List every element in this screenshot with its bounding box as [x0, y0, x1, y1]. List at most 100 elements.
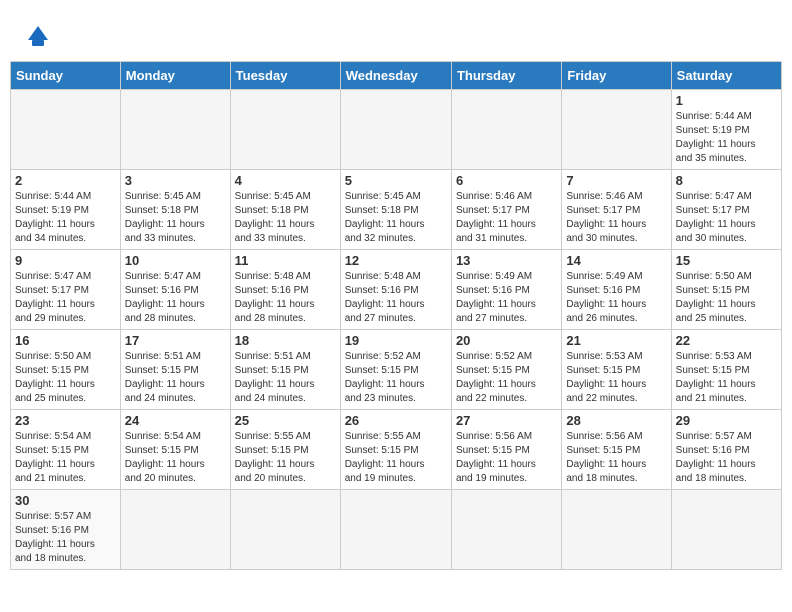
calendar-cell — [340, 490, 451, 570]
day-number: 20 — [456, 333, 557, 348]
calendar-cell: 11 Sunrise: 5:48 AM Sunset: 5:16 PM Dayli… — [230, 250, 340, 330]
calendar-cell: 6Sunrise: 5:46 AM Sunset: 5:17 PM Daylig… — [451, 170, 561, 250]
day-number: 28 — [566, 413, 666, 428]
day-info: Sunrise: 5:54 AM Sunset: 5:15 PM Dayligh… — [125, 430, 226, 486]
weekday-header-row: SundayMondayTuesdayWednesdayThursdayFrid… — [11, 62, 782, 90]
day-number: 24 — [125, 413, 226, 428]
calendar-cell: 16Sunrise: 5:50 AM Sunset: 5:15 PM Dayli… — [11, 330, 121, 410]
header — [10, 10, 782, 56]
weekday-header-wednesday: Wednesday — [340, 62, 451, 90]
day-info: Sunrise: 5:50 AM Sunset: 5:15 PM Dayligh… — [676, 270, 777, 326]
day-number: 21 — [566, 333, 666, 348]
calendar-cell: 27 Sunrise: 5:56 AM Sunset: 5:15 PM Dayli… — [451, 410, 561, 490]
day-info: Sunrise: 5:45 AM Sunset: 5:18 PM Dayligh… — [345, 190, 447, 246]
calendar-cell: 22Sunrise: 5:53 AM Sunset: 5:15 PM Dayli… — [671, 330, 781, 410]
calendar-cell: 14 Sunrise: 5:49 AM Sunset: 5:16 PM Dayli… — [562, 250, 671, 330]
day-number: 11 — [235, 253, 336, 268]
calendar-cell — [120, 90, 230, 170]
week-row-6: 30 Sunrise: 5:57 AM Sunset: 5:16 PM Dayli… — [11, 490, 782, 570]
calendar-cell — [230, 90, 340, 170]
calendar-cell — [671, 490, 781, 570]
calendar: SundayMondayTuesdayWednesdayThursdayFrid… — [10, 61, 782, 570]
day-info: Sunrise: 5:52 AM Sunset: 5:15 PM Dayligh… — [456, 350, 557, 406]
week-row-1: 1Sunrise: 5:44 AM Sunset: 5:19 PM Daylig… — [11, 90, 782, 170]
day-info: Sunrise: 5:53 AM Sunset: 5:15 PM Dayligh… — [676, 350, 777, 406]
day-number: 27 — [456, 413, 557, 428]
day-info: Sunrise: 5:57 AM Sunset: 5:16 PM Dayligh… — [676, 430, 777, 486]
calendar-cell: 21 Sunrise: 5:53 AM Sunset: 5:15 PM Dayli… — [562, 330, 671, 410]
calendar-cell: 13Sunrise: 5:49 AM Sunset: 5:16 PM Dayli… — [451, 250, 561, 330]
calendar-cell: 2Sunrise: 5:44 AM Sunset: 5:19 PM Daylig… — [11, 170, 121, 250]
day-number: 14 — [566, 253, 666, 268]
day-info: Sunrise: 5:47 AM Sunset: 5:17 PM Dayligh… — [15, 270, 116, 326]
week-row-5: 23 Sunrise: 5:54 AM Sunset: 5:15 PM Dayli… — [11, 410, 782, 490]
calendar-cell: 26Sunrise: 5:55 AM Sunset: 5:15 PM Dayli… — [340, 410, 451, 490]
week-row-4: 16Sunrise: 5:50 AM Sunset: 5:15 PM Dayli… — [11, 330, 782, 410]
week-row-3: 9Sunrise: 5:47 AM Sunset: 5:17 PM Daylig… — [11, 250, 782, 330]
day-info: Sunrise: 5:54 AM Sunset: 5:15 PM Dayligh… — [15, 430, 116, 486]
calendar-cell — [230, 490, 340, 570]
calendar-cell: 9Sunrise: 5:47 AM Sunset: 5:17 PM Daylig… — [11, 250, 121, 330]
calendar-cell — [451, 90, 561, 170]
calendar-cell: 19Sunrise: 5:52 AM Sunset: 5:15 PM Dayli… — [340, 330, 451, 410]
weekday-header-sunday: Sunday — [11, 62, 121, 90]
calendar-cell — [562, 90, 671, 170]
day-number: 3 — [125, 173, 226, 188]
day-number: 30 — [15, 493, 116, 508]
calendar-cell — [120, 490, 230, 570]
weekday-header-friday: Friday — [562, 62, 671, 90]
day-number: 4 — [235, 173, 336, 188]
day-number: 29 — [676, 413, 777, 428]
day-number: 18 — [235, 333, 336, 348]
week-row-2: 2Sunrise: 5:44 AM Sunset: 5:19 PM Daylig… — [11, 170, 782, 250]
day-number: 1 — [676, 93, 777, 108]
day-number: 7 — [566, 173, 666, 188]
day-info: Sunrise: 5:53 AM Sunset: 5:15 PM Dayligh… — [566, 350, 666, 406]
day-number: 12 — [345, 253, 447, 268]
day-info: Sunrise: 5:48 AM Sunset: 5:16 PM Dayligh… — [235, 270, 336, 326]
day-info: Sunrise: 5:50 AM Sunset: 5:15 PM Dayligh… — [15, 350, 116, 406]
day-info: Sunrise: 5:47 AM Sunset: 5:16 PM Dayligh… — [125, 270, 226, 326]
day-info: Sunrise: 5:49 AM Sunset: 5:16 PM Dayligh… — [566, 270, 666, 326]
calendar-cell: 25Sunrise: 5:55 AM Sunset: 5:15 PM Dayli… — [230, 410, 340, 490]
weekday-header-saturday: Saturday — [671, 62, 781, 90]
day-info: Sunrise: 5:57 AM Sunset: 5:16 PM Dayligh… — [15, 510, 116, 566]
day-info: Sunrise: 5:51 AM Sunset: 5:15 PM Dayligh… — [125, 350, 226, 406]
calendar-cell: 10 Sunrise: 5:47 AM Sunset: 5:16 PM Dayli… — [120, 250, 230, 330]
calendar-cell: 5 Sunrise: 5:45 AM Sunset: 5:18 PM Daylig… — [340, 170, 451, 250]
day-number: 23 — [15, 413, 116, 428]
weekday-header-thursday: Thursday — [451, 62, 561, 90]
day-info: Sunrise: 5:45 AM Sunset: 5:18 PM Dayligh… — [235, 190, 336, 246]
day-number: 10 — [125, 253, 226, 268]
day-info: Sunrise: 5:46 AM Sunset: 5:17 PM Dayligh… — [566, 190, 666, 246]
day-number: 8 — [676, 173, 777, 188]
day-info: Sunrise: 5:52 AM Sunset: 5:15 PM Dayligh… — [345, 350, 447, 406]
calendar-cell — [11, 90, 121, 170]
calendar-cell: 17 Sunrise: 5:51 AM Sunset: 5:15 PM Dayli… — [120, 330, 230, 410]
day-info: Sunrise: 5:45 AM Sunset: 5:18 PM Dayligh… — [125, 190, 226, 246]
calendar-cell: 24 Sunrise: 5:54 AM Sunset: 5:15 PM Dayli… — [120, 410, 230, 490]
day-number: 17 — [125, 333, 226, 348]
weekday-header-monday: Monday — [120, 62, 230, 90]
calendar-cell: 29 Sunrise: 5:57 AM Sunset: 5:16 PM Dayli… — [671, 410, 781, 490]
calendar-cell: 8 Sunrise: 5:47 AM Sunset: 5:17 PM Daylig… — [671, 170, 781, 250]
weekday-header-tuesday: Tuesday — [230, 62, 340, 90]
logo — [20, 20, 54, 51]
calendar-cell: 4 Sunrise: 5:45 AM Sunset: 5:18 PM Daylig… — [230, 170, 340, 250]
calendar-cell: 20 Sunrise: 5:52 AM Sunset: 5:15 PM Dayli… — [451, 330, 561, 410]
calendar-cell — [340, 90, 451, 170]
day-info: Sunrise: 5:56 AM Sunset: 5:15 PM Dayligh… — [456, 430, 557, 486]
calendar-cell: 30 Sunrise: 5:57 AM Sunset: 5:16 PM Dayli… — [11, 490, 121, 570]
calendar-cell: 15 Sunrise: 5:50 AM Sunset: 5:15 PM Dayli… — [671, 250, 781, 330]
day-number: 15 — [676, 253, 777, 268]
calendar-cell: 23 Sunrise: 5:54 AM Sunset: 5:15 PM Dayli… — [11, 410, 121, 490]
calendar-cell: 18Sunrise: 5:51 AM Sunset: 5:15 PM Dayli… — [230, 330, 340, 410]
calendar-cell: 28Sunrise: 5:56 AM Sunset: 5:15 PM Dayli… — [562, 410, 671, 490]
day-info: Sunrise: 5:47 AM Sunset: 5:17 PM Dayligh… — [676, 190, 777, 246]
day-number: 26 — [345, 413, 447, 428]
calendar-cell: 7 Sunrise: 5:46 AM Sunset: 5:17 PM Daylig… — [562, 170, 671, 250]
day-number: 5 — [345, 173, 447, 188]
logo-icon — [22, 20, 54, 52]
day-info: Sunrise: 5:44 AM Sunset: 5:19 PM Dayligh… — [15, 190, 116, 246]
day-info: Sunrise: 5:49 AM Sunset: 5:16 PM Dayligh… — [456, 270, 557, 326]
